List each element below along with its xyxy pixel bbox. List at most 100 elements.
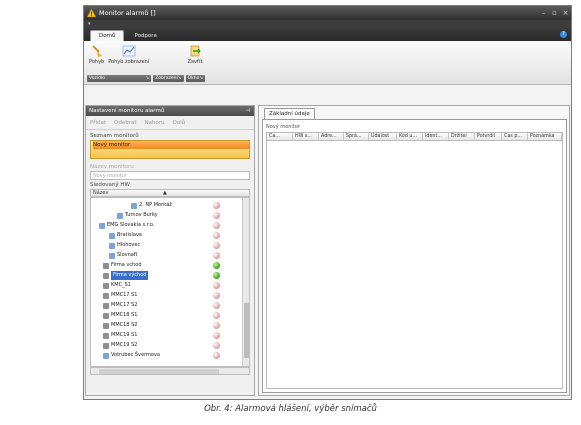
column-header[interactable]: HW s... xyxy=(293,133,319,140)
maximize-icon[interactable]: ▫ xyxy=(549,9,560,17)
column-header[interactable]: Kód u... xyxy=(397,133,423,140)
help-icon[interactable]: ? xyxy=(560,31,567,38)
pohyb-zobrazeni-label: Pohyb zobrazení xyxy=(108,59,150,65)
figure-caption: Obr. 4: Alarmová hlášení, výběr snímačů xyxy=(204,404,377,414)
status-off-icon[interactable] xyxy=(213,202,220,209)
tree-row[interactable]: 2. NP Montáž xyxy=(131,201,249,210)
scroll-thumb[interactable] xyxy=(244,303,249,358)
tree-row[interactable]: MMC17 S2 xyxy=(103,301,249,310)
group-label-okno: Okno xyxy=(187,76,200,81)
tree-node-icon xyxy=(103,312,109,319)
tree-row[interactable]: Bratislava xyxy=(109,231,249,240)
alarm-grid[interactable] xyxy=(266,141,563,389)
ribbon-group-vozidlo: Pohyb Pohyb zobrazení Vozidlo ↘ xyxy=(87,44,152,84)
tree-node-icon xyxy=(103,332,109,339)
column-header[interactable]: Sprá... xyxy=(344,133,369,140)
group-expand-icon[interactable]: ↘ xyxy=(145,75,149,82)
quick-access-dropdown-icon[interactable]: ▾ xyxy=(88,21,96,27)
tree-row[interactable]: Hlohovec xyxy=(109,241,249,250)
status-ok-icon[interactable] xyxy=(213,262,220,269)
status-off-icon[interactable] xyxy=(213,222,220,229)
add-button[interactable]: Přidat xyxy=(90,120,106,126)
tab-basic-data[interactable]: Základní údaje xyxy=(264,108,315,119)
status-off-icon[interactable] xyxy=(213,332,220,339)
sort-icon[interactable]: ▲ xyxy=(163,190,167,196)
group-expand-icon[interactable]: ↘ xyxy=(199,75,203,82)
tree-node-icon xyxy=(103,262,109,269)
tree-item-label: MMC19 S1 xyxy=(111,332,138,338)
column-header[interactable]: Potvrdil xyxy=(475,133,502,140)
monitor-name-field[interactable]: Nový monitor xyxy=(90,171,250,180)
status-off-icon[interactable] xyxy=(213,252,220,259)
tree-row[interactable]: EMG Slovakia s.r.o. xyxy=(99,221,249,230)
horizontal-scrollbar[interactable] xyxy=(90,367,250,375)
status-off-icon[interactable] xyxy=(213,312,220,319)
tree-node-icon xyxy=(103,342,109,349)
column-header[interactable]: Ča... xyxy=(267,133,293,140)
tree-node-icon xyxy=(131,202,137,209)
tree-node-icon xyxy=(103,292,109,299)
group-expand-icon[interactable]: ↘ xyxy=(178,75,182,82)
status-ok-icon[interactable] xyxy=(213,272,220,279)
quick-access-toolbar: ▾ xyxy=(84,20,571,28)
status-off-icon[interactable] xyxy=(213,282,220,289)
tree-node-icon xyxy=(103,322,109,329)
tree-node-icon xyxy=(109,232,115,239)
tree-item-label: EMG Slovakia s.r.o. xyxy=(107,222,155,228)
status-off-icon[interactable] xyxy=(213,292,220,299)
status-off-icon[interactable] xyxy=(213,212,220,219)
hw-label: Sledovaný HW xyxy=(90,182,130,188)
tree-row[interactable]: MMC18 S1 xyxy=(103,311,249,320)
column-header[interactable]: Adre... xyxy=(319,133,344,140)
pohyb-zobrazeni-button[interactable]: Pohyb zobrazení xyxy=(106,44,151,75)
grid-header: Ča... HW s... Adre... Sprá... Událost Kó… xyxy=(266,132,563,141)
tab-support[interactable]: Podpora xyxy=(126,31,164,41)
pin-icon[interactable]: ⊣ xyxy=(245,106,250,116)
monitor-list[interactable]: Nový monitor xyxy=(90,140,250,159)
column-header[interactable]: Událost xyxy=(369,133,397,140)
tab-home[interactable]: Domů xyxy=(90,30,125,41)
tree-row[interactable]: Turnov Burky xyxy=(117,211,249,220)
panel-title: Nastavení monitoru alarmů xyxy=(89,108,165,114)
tree-row[interactable]: Firma vchod xyxy=(103,261,249,270)
tree-header: Název ▲ xyxy=(90,189,250,197)
status-off-icon[interactable] xyxy=(213,302,220,309)
close-icon[interactable]: × xyxy=(560,9,571,17)
tree-row[interactable]: MMC19 S1 xyxy=(103,331,249,340)
status-off-icon[interactable] xyxy=(213,342,220,349)
move-down-button[interactable]: Dolů xyxy=(173,120,186,126)
tree-row[interactable]: Slovnaft xyxy=(109,251,249,260)
monitor-settings-panel: Nastavení monitoru alarmů ⊣ Přidat Odebr… xyxy=(85,105,255,396)
tree-row[interactable]: KMC_S1 xyxy=(103,281,249,290)
remove-button[interactable]: Odebrat xyxy=(114,120,136,126)
status-off-icon[interactable] xyxy=(213,242,220,249)
tree-row[interactable]: Firma východ xyxy=(103,271,249,280)
status-off-icon[interactable] xyxy=(213,232,220,239)
pohyb-label: Pohyb xyxy=(89,59,105,65)
column-header[interactable]: Čas p... xyxy=(502,133,528,140)
tree-row[interactable]: MMC18 S2 xyxy=(103,321,249,330)
column-header[interactable]: Poznámka xyxy=(528,133,562,140)
tree-row[interactable]: MMC19 S2 xyxy=(103,341,249,350)
tree-item-label: KMC_S1 xyxy=(111,282,131,288)
minimize-icon[interactable]: – xyxy=(538,9,549,17)
move-up-button[interactable]: Nahoru xyxy=(145,120,165,126)
vertical-scrollbar[interactable] xyxy=(242,198,249,366)
tree-row[interactable]: Votrubec Švermova xyxy=(103,351,249,360)
ribbon-group-okno: Zavřít Okno ↘ xyxy=(185,44,206,84)
list-item[interactable]: Nový monitor xyxy=(93,141,249,149)
column-header[interactable]: Držitel xyxy=(449,133,475,140)
status-off-icon[interactable] xyxy=(213,352,220,359)
pohyb-button[interactable]: Pohyb xyxy=(87,44,106,75)
hardware-tree[interactable]: 2. NP Montáž Turnov Burky EMG Slovakia s.r… xyxy=(90,197,250,367)
ribbon-group-zobrazeni: Zobrazení ↘ xyxy=(153,44,184,84)
group-label-vozidlo: Vozidlo xyxy=(89,76,105,81)
zavrit-button[interactable]: Zavřít xyxy=(186,44,205,75)
status-off-icon[interactable] xyxy=(213,322,220,329)
column-header[interactable]: Ident... xyxy=(423,133,449,140)
scroll-thumb[interactable] xyxy=(99,369,219,374)
zavrit-label: Zavřít xyxy=(187,59,203,65)
column-name[interactable]: Název xyxy=(93,190,163,196)
tree-node-icon xyxy=(99,222,105,229)
tree-row[interactable]: MMC17 S1 xyxy=(103,291,249,300)
